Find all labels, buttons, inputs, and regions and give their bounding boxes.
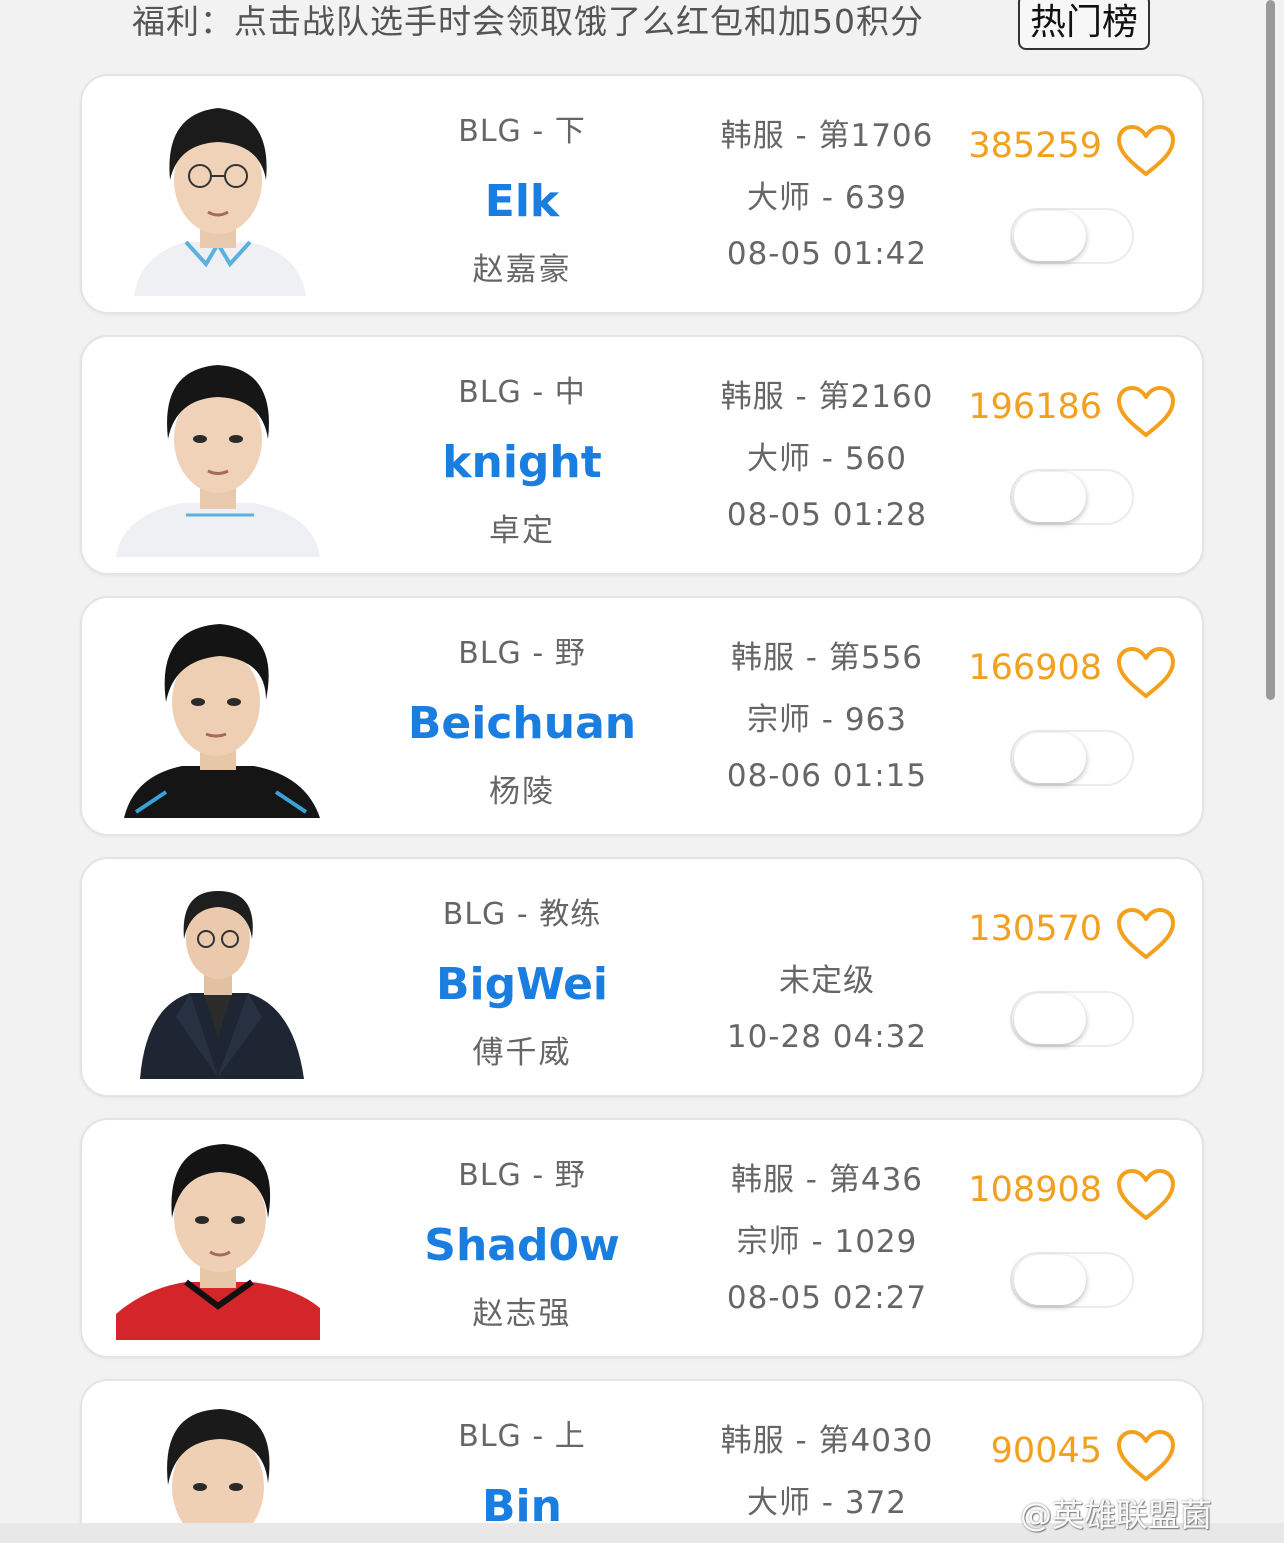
player-photo	[116, 94, 320, 296]
heart-icon[interactable]	[1116, 124, 1176, 178]
player-name[interactable]: Bin	[382, 1481, 662, 1523]
team-position: BLG - 野	[458, 636, 586, 671]
update-time: 08-05 01:28	[726, 497, 928, 533]
player-card[interactable]: BLG - 教练 BigWei 傅千威 未定级 10-28 04:32 1305…	[80, 857, 1204, 1097]
like-count: 130570	[968, 909, 1102, 949]
heart-icon[interactable]	[1116, 907, 1176, 961]
update-time: 08-05 01:42	[726, 236, 928, 272]
tier-points: 宗师 - 1029	[736, 1224, 918, 1260]
player-card[interactable]: BLG - 中 knight 卓定 韩服 - 第2160 大师 - 560 08…	[80, 335, 1204, 575]
player-card[interactable]: BLG - 野 Shad0w 赵志强 韩服 - 第436 宗师 - 1029 0…	[80, 1118, 1204, 1358]
player-name[interactable]: Beichuan	[382, 698, 662, 749]
tier-points: 大师 - 560	[746, 441, 908, 477]
server-rank: 韩服 - 第1706	[720, 118, 934, 154]
player-photo	[116, 1399, 320, 1523]
player-name[interactable]: knight	[382, 437, 662, 488]
toggle-knob	[1014, 733, 1086, 783]
server-rank: 韩服 - 第556	[730, 640, 924, 676]
scrollbar[interactable]	[1266, 0, 1275, 700]
tier-points: 大师 - 639	[746, 180, 908, 216]
player-list: BLG - 下 Elk 赵嘉豪 韩服 - 第1706 大师 - 639 08-0…	[0, 0, 1284, 1523]
watermark: @英雄联盟菌	[1020, 1496, 1213, 1534]
player-photo	[116, 355, 320, 557]
server-rank: 韩服 - 第4030	[720, 1423, 934, 1459]
tier-points: 大师 - 372	[746, 1485, 908, 1521]
tier-points: 宗师 - 963	[746, 702, 908, 738]
player-photo	[116, 1138, 320, 1340]
heart-icon[interactable]	[1116, 1429, 1176, 1483]
real-name: 杨陵	[489, 774, 555, 810]
team-position: BLG - 教练	[442, 897, 602, 932]
team-position: BLG - 上	[458, 1419, 586, 1454]
like-count: 90045	[990, 1431, 1102, 1471]
heart-icon[interactable]	[1116, 385, 1176, 439]
team-position: BLG - 野	[458, 1158, 586, 1193]
follow-toggle[interactable]	[1010, 730, 1134, 786]
player-photo	[116, 616, 320, 818]
real-name: 卓定	[489, 513, 555, 549]
like-count: 108908	[968, 1170, 1102, 1210]
player-card[interactable]: BLG - 下 Elk 赵嘉豪 韩服 - 第1706 大师 - 639 08-0…	[80, 74, 1204, 314]
real-name: 赵嘉豪	[472, 252, 572, 288]
real-name: 傅千威	[472, 1035, 572, 1071]
like-count: 196186	[968, 387, 1102, 427]
like-count: 385259	[968, 126, 1102, 166]
heart-icon[interactable]	[1116, 1168, 1176, 1222]
player-name[interactable]: Elk	[382, 176, 662, 227]
follow-toggle[interactable]	[1010, 208, 1134, 264]
player-card[interactable]: BLG - 野 Beichuan 杨陵 韩服 - 第556 宗师 - 963 0…	[80, 596, 1204, 836]
follow-toggle[interactable]	[1010, 469, 1134, 525]
toggle-knob	[1014, 472, 1086, 522]
server-rank: 韩服 - 第2160	[720, 379, 934, 415]
follow-toggle[interactable]	[1010, 1252, 1134, 1308]
toggle-knob	[1014, 994, 1086, 1044]
toggle-knob	[1014, 211, 1086, 261]
player-name[interactable]: BigWei	[382, 959, 662, 1010]
update-time: 10-28 04:32	[726, 1019, 928, 1055]
server-rank: 韩服 - 第436	[730, 1162, 924, 1198]
like-count: 166908	[968, 648, 1102, 688]
player-name[interactable]: Shad0w	[382, 1220, 662, 1271]
real-name: 赵志强	[472, 1296, 572, 1332]
follow-toggle[interactable]	[1010, 991, 1134, 1047]
update-time: 08-06 01:15	[726, 758, 928, 794]
team-position: BLG - 下	[458, 114, 586, 149]
heart-icon[interactable]	[1116, 646, 1176, 700]
team-position: BLG - 中	[458, 375, 586, 410]
player-photo	[116, 877, 320, 1079]
update-time: 08-05 02:27	[726, 1280, 928, 1316]
tier-points: 未定级	[779, 963, 875, 999]
toggle-knob	[1014, 1255, 1086, 1305]
